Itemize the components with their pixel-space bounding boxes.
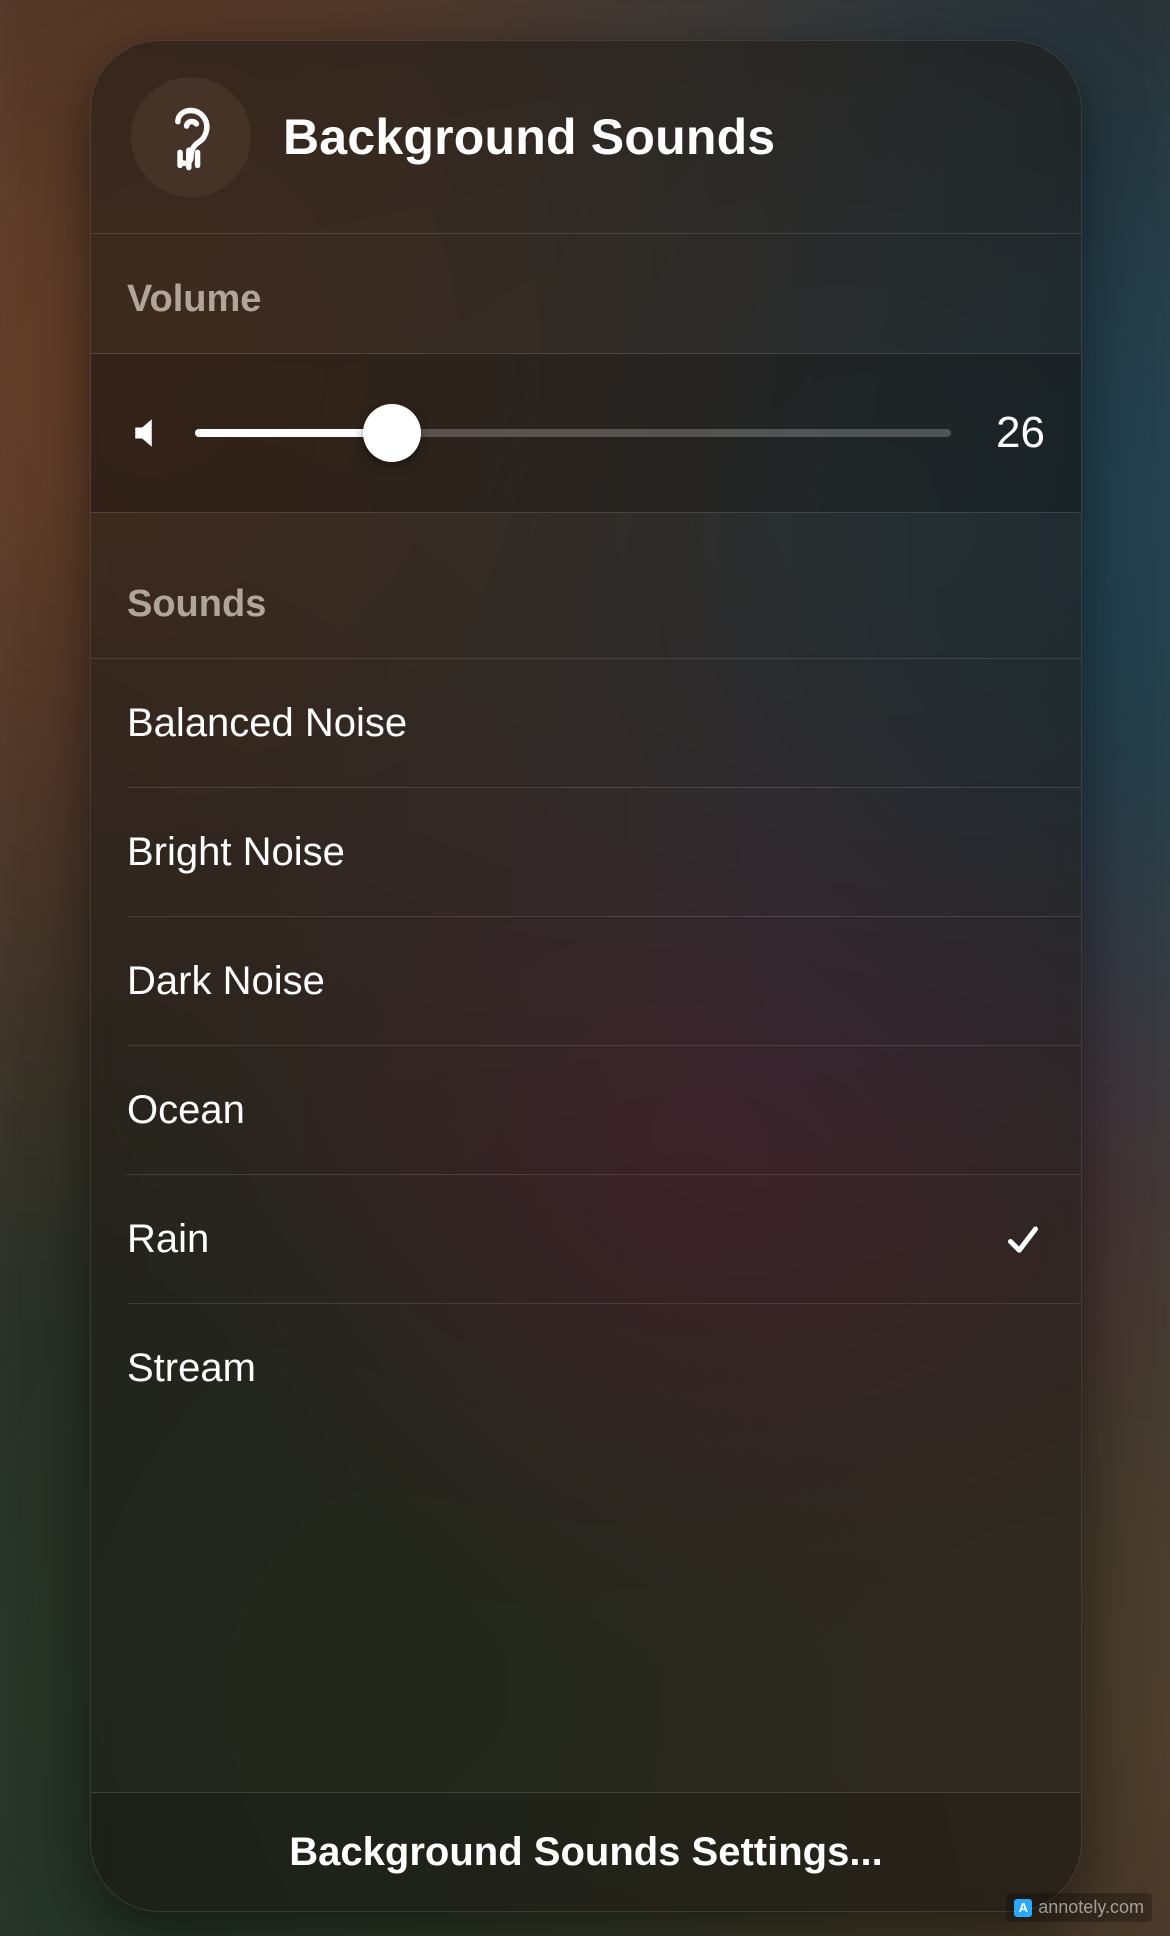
settings-button-label: Background Sounds Settings... [289,1830,882,1875]
sound-option[interactable]: Balanced Noise [91,659,1081,787]
sounds-section-label: Sounds [91,513,1081,658]
checkmark-icon [1001,1346,1045,1390]
annotely-badge-icon: A [1014,1899,1032,1917]
sound-option-label: Balanced Noise [127,701,407,746]
checkmark-icon [1001,701,1045,745]
panel-header: Background Sounds [91,41,1081,233]
sound-option-label: Dark Noise [127,959,325,1004]
checkmark-icon [1001,959,1045,1003]
sound-option-label: Bright Noise [127,830,345,875]
checkmark-icon [1001,1088,1045,1132]
background-sounds-panel: Background Sounds Volume 26 Sounds Balan… [90,40,1082,1912]
slider-thumb[interactable] [363,404,421,462]
sound-option-label: Stream [127,1346,256,1391]
annotely-watermark: A annotely.com [1006,1893,1152,1922]
panel-title: Background Sounds [283,108,775,166]
hearing-icon [131,77,251,197]
checkmark-icon [1001,830,1045,874]
sound-option[interactable]: Stream [91,1304,1081,1432]
checkmark-icon [1001,1217,1045,1261]
sound-option[interactable]: Bright Noise [91,788,1081,916]
volume-row: 26 [91,354,1081,512]
volume-low-icon [127,411,171,455]
sound-option-label: Ocean [127,1088,245,1133]
sounds-list: Balanced Noise Bright Noise Dark Noise Ocea… [91,659,1081,1432]
background-sounds-settings-button[interactable]: Background Sounds Settings... [91,1792,1081,1911]
sound-option[interactable]: Ocean [91,1046,1081,1174]
sound-option-label: Rain [127,1217,209,1262]
volume-section-label: Volume [91,234,1081,353]
sound-option[interactable]: Dark Noise [91,917,1081,1045]
volume-value: 26 [975,408,1045,458]
volume-slider[interactable] [195,403,951,463]
watermark-text: annotely.com [1038,1897,1144,1918]
sound-option[interactable]: Rain [91,1175,1081,1303]
